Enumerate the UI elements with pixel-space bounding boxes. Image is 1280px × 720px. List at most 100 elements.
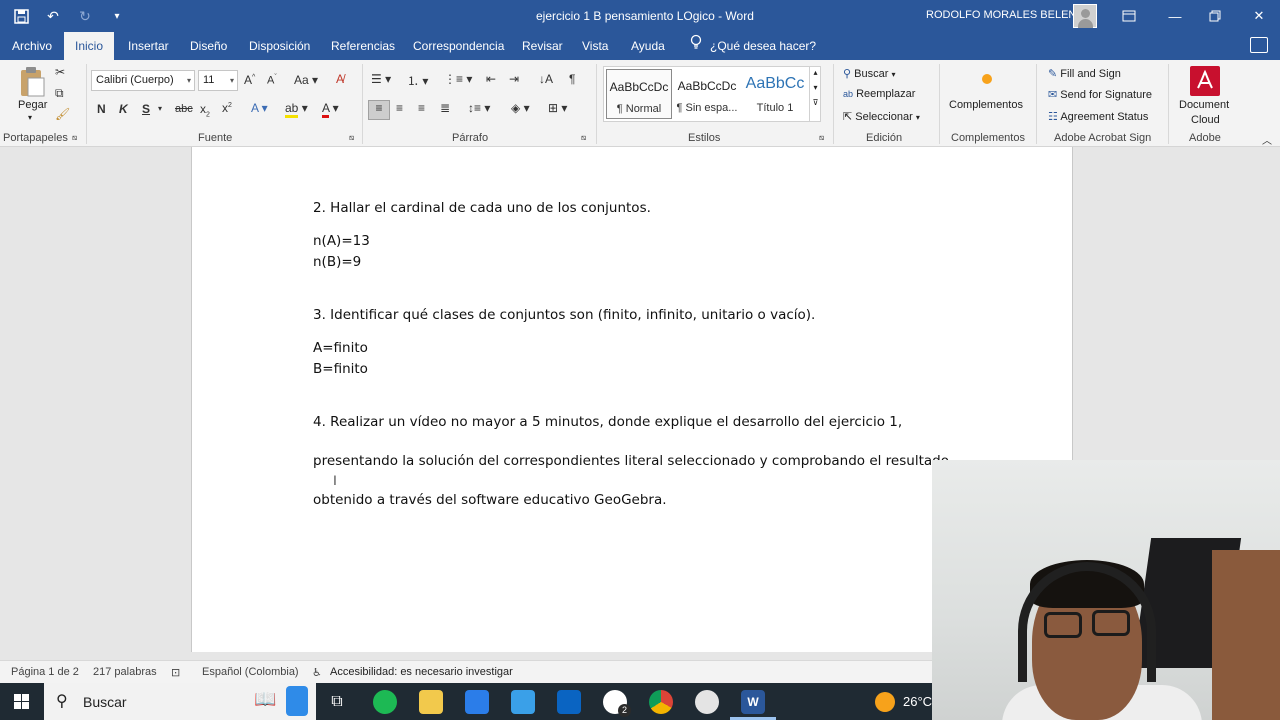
- tab-inicio[interactable]: Inicio: [64, 32, 115, 60]
- tab-vista[interactable]: Vista: [571, 32, 619, 60]
- chrome-icon[interactable]: [649, 690, 673, 714]
- windows-start-icon[interactable]: [14, 694, 30, 710]
- select-button[interactable]: ⇱ Seleccionar ▾: [843, 110, 920, 123]
- taskbar-search[interactable]: ⚲ Buscar 📖: [44, 683, 316, 720]
- justify-icon[interactable]: ≣: [440, 101, 450, 115]
- mail-icon[interactable]: [511, 690, 535, 714]
- borders-icon[interactable]: ⊞ ▾: [548, 101, 567, 115]
- weather-icon[interactable]: [875, 692, 895, 712]
- customize-qat-icon[interactable]: ▾: [106, 5, 128, 27]
- ribbon-display-icon[interactable]: [1106, 0, 1152, 32]
- tell-me-search[interactable]: ¿Qué desea hacer?: [690, 32, 816, 60]
- paste-dropdown-icon[interactable]: ▾: [28, 113, 32, 122]
- superscript-icon[interactable]: x2: [222, 101, 232, 115]
- tab-revisar[interactable]: Revisar: [511, 32, 574, 60]
- font-launcher-icon[interactable]: ⧅: [349, 133, 354, 143]
- style-no-spacing[interactable]: AaBbCcDc ¶ Sin espa...: [674, 69, 740, 119]
- collapse-ribbon-icon[interactable]: ︿: [1262, 132, 1272, 147]
- font-size-select[interactable]: 11 ▾: [198, 70, 238, 91]
- sort-icon[interactable]: ↓A: [539, 72, 553, 86]
- obs-icon[interactable]: [695, 690, 719, 714]
- acrobat-icon[interactable]: [1190, 66, 1220, 96]
- tab-referencias[interactable]: Referencias: [320, 32, 406, 60]
- comments-icon[interactable]: [1250, 37, 1268, 53]
- undo-icon[interactable]: ↶: [42, 5, 64, 27]
- strikethrough-icon[interactable]: abc: [175, 103, 193, 115]
- decrease-indent-icon[interactable]: ⇤: [486, 72, 496, 86]
- italic-icon[interactable]: K: [119, 102, 128, 116]
- tab-diseno[interactable]: Diseño: [179, 32, 238, 60]
- paste-icon[interactable]: [18, 66, 46, 98]
- page-count[interactable]: Página 1 de 2: [11, 666, 79, 678]
- underline-dropdown-icon[interactable]: ▾: [158, 104, 162, 113]
- copy-icon[interactable]: ⧉: [55, 86, 64, 101]
- tab-disposicion[interactable]: Disposición: [238, 32, 321, 60]
- font-color-icon[interactable]: A ▾: [322, 101, 339, 118]
- restore-button[interactable]: [1192, 0, 1238, 32]
- multilevel-list-icon[interactable]: ⋮≡ ▾: [444, 72, 472, 86]
- tab-correspondencia[interactable]: Correspondencia: [402, 32, 515, 60]
- redo-icon[interactable]: ↻: [74, 5, 96, 27]
- doc-line-heading-2[interactable]: 2. Hallar el cardinal de cada uno de los…: [313, 200, 651, 216]
- whatsapp-icon[interactable]: 2: [603, 690, 631, 717]
- doc-line-4-end[interactable]: obtenido a través del software educativo…: [313, 492, 667, 508]
- cut-icon[interactable]: ✂: [55, 65, 65, 79]
- shrink-font-icon[interactable]: Aˇ: [267, 74, 277, 87]
- document-cloud-label-2[interactable]: Cloud: [1191, 114, 1220, 126]
- shading-icon[interactable]: ◈ ▾: [511, 101, 530, 115]
- font-name-select[interactable]: Calibri (Cuerpo) ▾: [91, 70, 195, 91]
- style-normal[interactable]: AaBbCcDc ¶ Normal: [606, 69, 672, 119]
- format-painter-icon[interactable]: 🖌: [55, 107, 70, 121]
- close-button[interactable]: ✕: [1236, 0, 1280, 32]
- underline-icon[interactable]: S: [142, 102, 150, 116]
- clipboard-launcher-icon[interactable]: ⧅: [72, 133, 77, 143]
- tab-ayuda[interactable]: Ayuda: [620, 32, 676, 60]
- task-view-icon[interactable]: ⧉: [325, 690, 349, 714]
- doc-line-heading-3[interactable]: 3. Identificar qué clases de conjuntos s…: [313, 307, 815, 323]
- word-count[interactable]: 217 palabras: [93, 666, 157, 678]
- align-right-icon[interactable]: ≡: [418, 101, 425, 115]
- user-name[interactable]: RODOLFO MORALES BELENO: [926, 9, 1085, 21]
- line-spacing-icon[interactable]: ↕≡ ▾: [468, 101, 490, 115]
- doc-line-4-cont[interactable]: presentando la solución del correspondie…: [313, 453, 949, 469]
- doc-line-b[interactable]: B=finito: [313, 361, 368, 377]
- styles-launcher-icon[interactable]: ⧅: [819, 133, 824, 143]
- text-effects-icon[interactable]: A ▾: [251, 101, 268, 115]
- chevron-up-icon[interactable]: ▴: [810, 68, 821, 77]
- spotify-icon[interactable]: [373, 690, 397, 714]
- avatar[interactable]: [1073, 4, 1097, 28]
- increase-indent-icon[interactable]: ⇥: [509, 72, 519, 86]
- highlight-icon[interactable]: ab ▾: [285, 101, 308, 118]
- accessibility-status[interactable]: Accesibilidad: es necesario investigar: [330, 666, 513, 678]
- document-cloud-label-1[interactable]: Document: [1179, 99, 1229, 111]
- replace-button[interactable]: ab Reemplazar: [843, 88, 915, 100]
- language-status[interactable]: Español (Colombia): [202, 666, 299, 678]
- outlook-icon[interactable]: [557, 690, 581, 714]
- tab-insertar[interactable]: Insertar: [117, 32, 180, 60]
- word-app-icon[interactable]: W: [741, 690, 765, 714]
- agreement-status-button[interactable]: ☷ Agreement Status: [1048, 110, 1148, 123]
- save-icon[interactable]: [10, 5, 32, 27]
- align-center-icon[interactable]: ≡: [396, 101, 403, 115]
- style-heading-1[interactable]: AaBbCc Título 1: [742, 69, 808, 119]
- proofing-icon[interactable]: ⊡: [171, 666, 180, 679]
- addins-label[interactable]: Complementos: [949, 99, 1023, 111]
- paste-label[interactable]: Pegar: [18, 99, 47, 111]
- microsoft-store-icon[interactable]: [465, 690, 489, 714]
- subscript-icon[interactable]: x2: [200, 102, 210, 118]
- grow-font-icon[interactable]: A^: [244, 73, 255, 87]
- file-explorer-icon[interactable]: [419, 690, 443, 714]
- find-button[interactable]: ⚲ Buscar ▾: [843, 67, 895, 80]
- show-formatting-icon[interactable]: ¶: [569, 72, 575, 86]
- paragraph-launcher-icon[interactable]: ⧅: [581, 133, 586, 143]
- chevron-down-icon[interactable]: ▾: [810, 83, 821, 92]
- align-left-icon[interactable]: ≡: [368, 100, 390, 120]
- send-for-signature-button[interactable]: ✉ Send for Signature: [1048, 88, 1152, 101]
- bullets-icon[interactable]: ☰ ▾: [371, 72, 391, 86]
- tab-archivo[interactable]: Archivo: [1, 32, 63, 60]
- addins-icon[interactable]: [982, 74, 992, 84]
- doc-line-na[interactable]: n(A)=13: [313, 233, 370, 249]
- more-styles-icon[interactable]: ⊽: [810, 98, 821, 107]
- doc-line-heading-4[interactable]: 4. Realizar un vídeo no mayor a 5 minuto…: [313, 414, 902, 430]
- temperature[interactable]: 26°C: [903, 694, 932, 709]
